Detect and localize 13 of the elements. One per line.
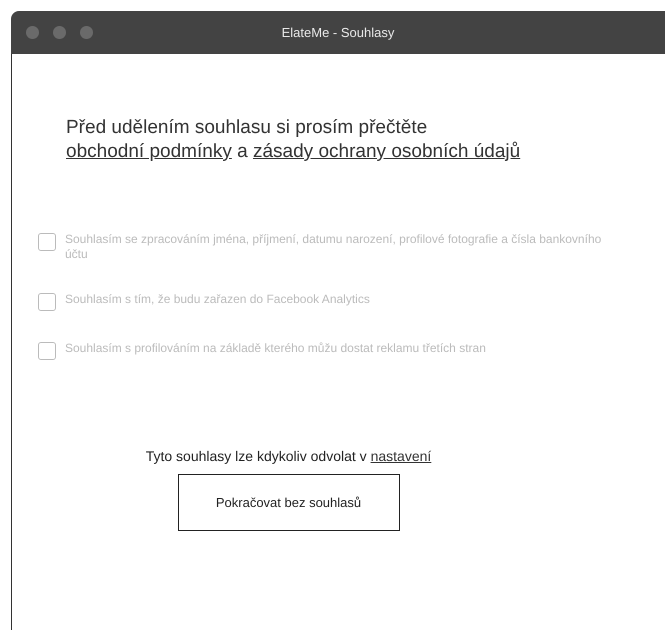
consent-label: Souhlasím s tím, že budu zařazen do Facebook Analytics (65, 292, 371, 307)
continue-button[interactable]: Pokračovat bez souhlasů (178, 474, 400, 531)
consent-label: Souhlasím s profilováním na základě kterého můžu dostat reklamu třetích stran (65, 341, 487, 356)
maximize-icon[interactable] (80, 26, 93, 39)
link[interactable]: obchodní podmínky (66, 141, 232, 162)
minimize-icon[interactable] (53, 26, 66, 39)
window-title: ElateMe - Souhlasy (282, 25, 394, 40)
close-icon[interactable] (26, 26, 39, 39)
link[interactable]: zásady ochrany osobních údajů (252, 141, 520, 162)
intro-text: Před udělením souhlasu si prosím přečtěte obchodní podmínky a zásady ochrany osobních údajů (66, 116, 522, 164)
footer-text: Tyto souhlasy lze kdykoliv odvolat v nastavení (146, 448, 432, 464)
consent-label: Souhlasím se zpracováním jména, příjmení, datumu narození, profilové fotografie a čísla bankovního účtu (65, 232, 602, 262)
settings-link[interactable]: nastavení (370, 448, 432, 464)
